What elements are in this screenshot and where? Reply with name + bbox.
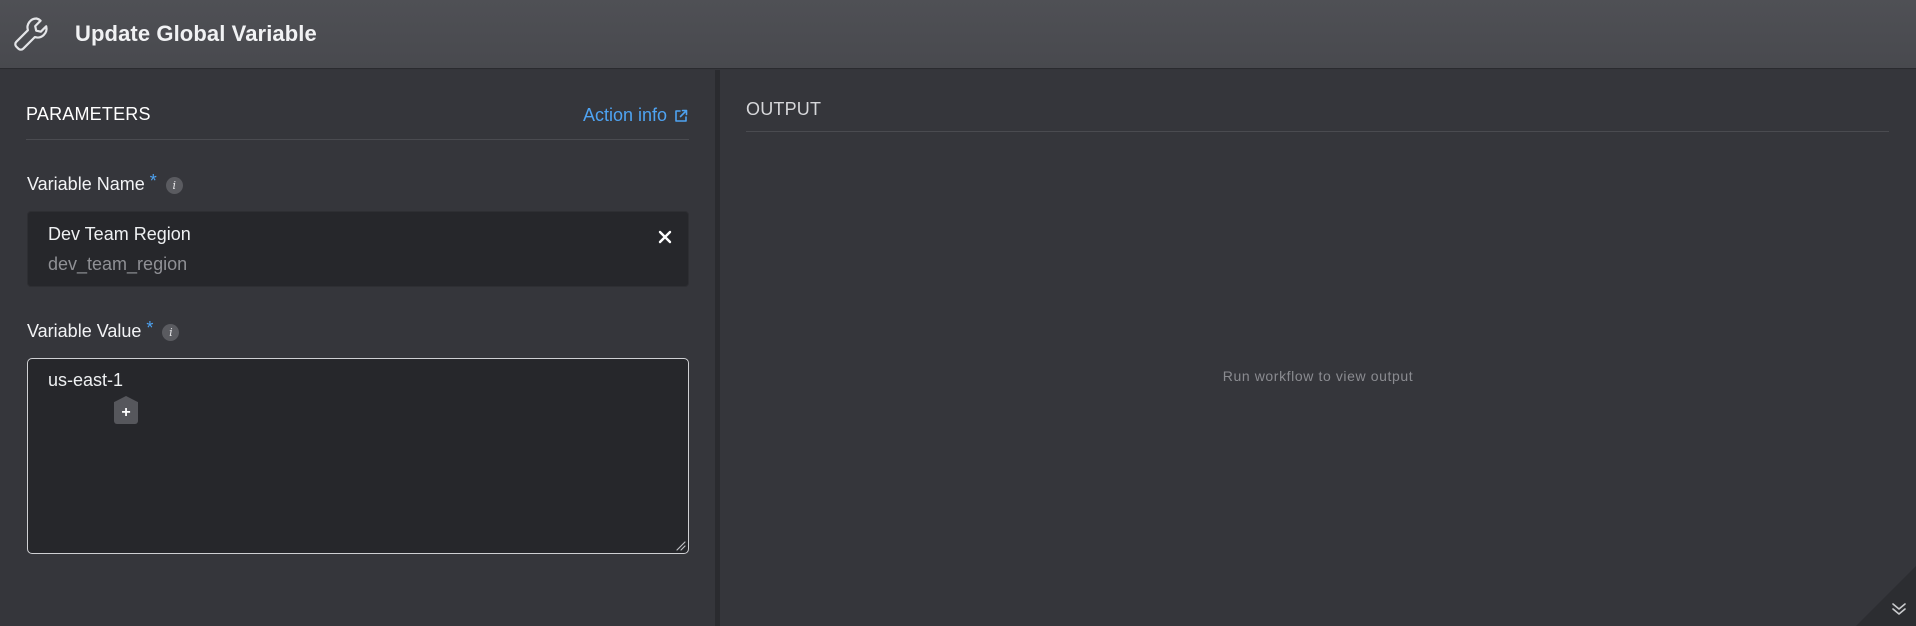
wrench-icon bbox=[14, 17, 48, 51]
info-icon[interactable]: i bbox=[165, 177, 183, 194]
info-icon[interactable]: i bbox=[162, 324, 180, 341]
parameters-header: PARAMETERS Action info bbox=[26, 104, 689, 140]
variable-value-textarea[interactable]: us-east-1 + bbox=[27, 358, 689, 554]
selected-variable-key: dev_team_region bbox=[48, 254, 188, 274]
resize-handle-icon[interactable] bbox=[672, 537, 686, 551]
variable-name-label: Variable Name * i bbox=[27, 171, 183, 195]
required-asterisk: * bbox=[146, 318, 154, 338]
output-panel: OUTPUT Run workflow to view output bbox=[720, 70, 1916, 626]
selected-variable-display: Dev Team Region bbox=[48, 224, 191, 244]
parameters-panel: PARAMETERS Action info Variable Name * i… bbox=[0, 70, 715, 626]
output-title: OUTPUT bbox=[746, 99, 822, 119]
output-header: OUTPUT bbox=[746, 99, 1889, 132]
variable-name-select[interactable]: Dev Team Region dev_team_region bbox=[27, 211, 689, 287]
variable-name-label-text: Variable Name bbox=[27, 174, 145, 194]
variable-value-label-text: Variable Value bbox=[27, 321, 142, 341]
window-header: Update Global Variable bbox=[0, 0, 1916, 69]
window-title: Update Global Variable bbox=[75, 21, 317, 46]
required-asterisk: * bbox=[149, 171, 157, 191]
action-info-link[interactable]: Action info bbox=[583, 105, 689, 126]
close-icon bbox=[658, 230, 672, 244]
variable-value-label: Variable Value * i bbox=[27, 318, 180, 342]
insert-variable-button[interactable]: + bbox=[114, 396, 138, 424]
action-window: Update Global Variable PARAMETERS Action… bbox=[0, 0, 1916, 626]
parameters-title: PARAMETERS bbox=[26, 104, 151, 124]
action-info-label: Action info bbox=[582, 105, 667, 125]
variable-value-text: us-east-1 bbox=[48, 370, 124, 390]
collapse-corner bbox=[1856, 566, 1916, 626]
output-empty-message: Run workflow to view output bbox=[1222, 368, 1414, 384]
double-chevron-down-icon[interactable] bbox=[1890, 600, 1908, 618]
external-link-icon bbox=[675, 109, 688, 122]
clear-selection-button[interactable] bbox=[654, 226, 676, 248]
